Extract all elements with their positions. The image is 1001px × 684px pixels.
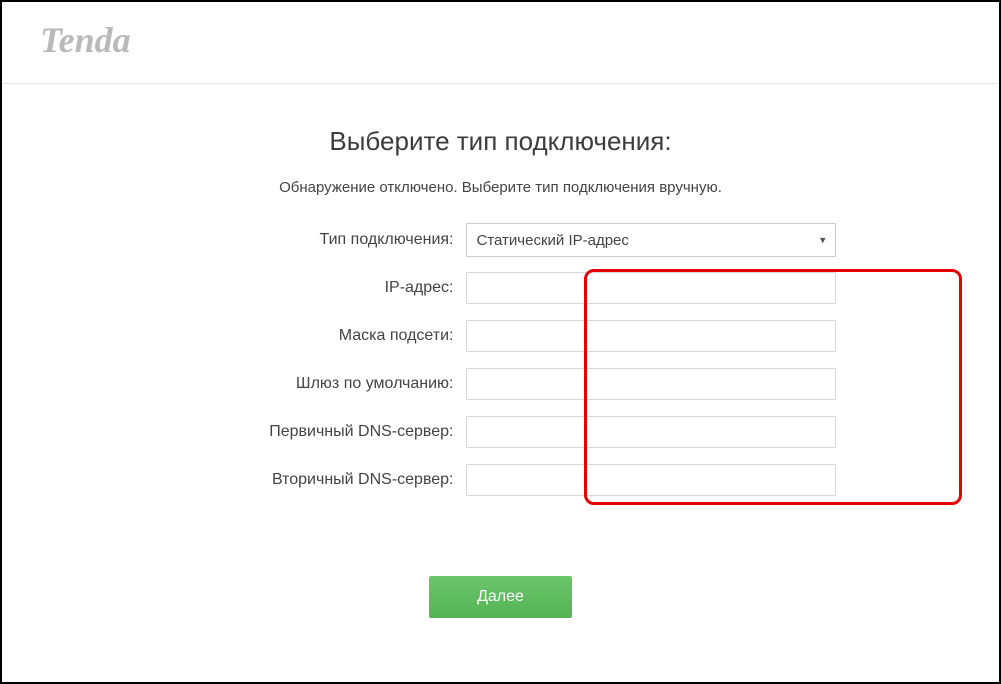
- primary-dns-control: [466, 416, 836, 448]
- next-button[interactable]: Далее: [429, 576, 572, 618]
- default-gateway-control: [466, 368, 836, 400]
- brand-text: Tenda: [40, 20, 131, 60]
- default-gateway-row: Шлюз по умолчанию:: [166, 360, 836, 408]
- ip-address-input[interactable]: [466, 272, 836, 304]
- connection-type-row: Тип подключения: Статический IP-адрес: [166, 216, 836, 264]
- main-content: Выберите тип подключения: Обнаружение от…: [2, 84, 999, 618]
- default-gateway-label: Шлюз по умолчанию:: [166, 375, 466, 393]
- subnet-mask-row: Маска подсети:: [166, 312, 836, 360]
- subnet-mask-input[interactable]: [466, 320, 836, 352]
- ip-address-control: [466, 272, 836, 304]
- secondary-dns-control: [466, 464, 836, 496]
- primary-dns-label: Первичный DNS-сервер:: [166, 423, 466, 441]
- subnet-mask-control: [466, 320, 836, 352]
- primary-dns-input[interactable]: [466, 416, 836, 448]
- brand-logo: Tenda: [40, 20, 182, 65]
- ip-address-row: IP-адрес:: [166, 264, 836, 312]
- page-subtitle: Обнаружение отключено. Выберите тип подк…: [2, 179, 999, 196]
- connection-type-select[interactable]: Статический IP-адрес: [466, 223, 836, 257]
- primary-dns-row: Первичный DNS-сервер:: [166, 408, 836, 456]
- connection-type-control: Статический IP-адрес: [466, 223, 836, 257]
- header: Tenda: [2, 2, 999, 84]
- page-title: Выберите тип подключения:: [2, 126, 999, 157]
- secondary-dns-row: Вторичный DNS-сервер:: [166, 456, 836, 504]
- ip-address-label: IP-адрес:: [166, 279, 466, 297]
- subnet-mask-label: Маска подсети:: [166, 327, 466, 345]
- form-area: Тип подключения: Статический IP-адрес IP…: [166, 216, 836, 504]
- connection-type-label: Тип подключения:: [166, 231, 466, 249]
- actions-row: Далее: [2, 504, 999, 618]
- secondary-dns-label: Вторичный DNS-сервер:: [166, 471, 466, 489]
- default-gateway-input[interactable]: [466, 368, 836, 400]
- secondary-dns-input[interactable]: [466, 464, 836, 496]
